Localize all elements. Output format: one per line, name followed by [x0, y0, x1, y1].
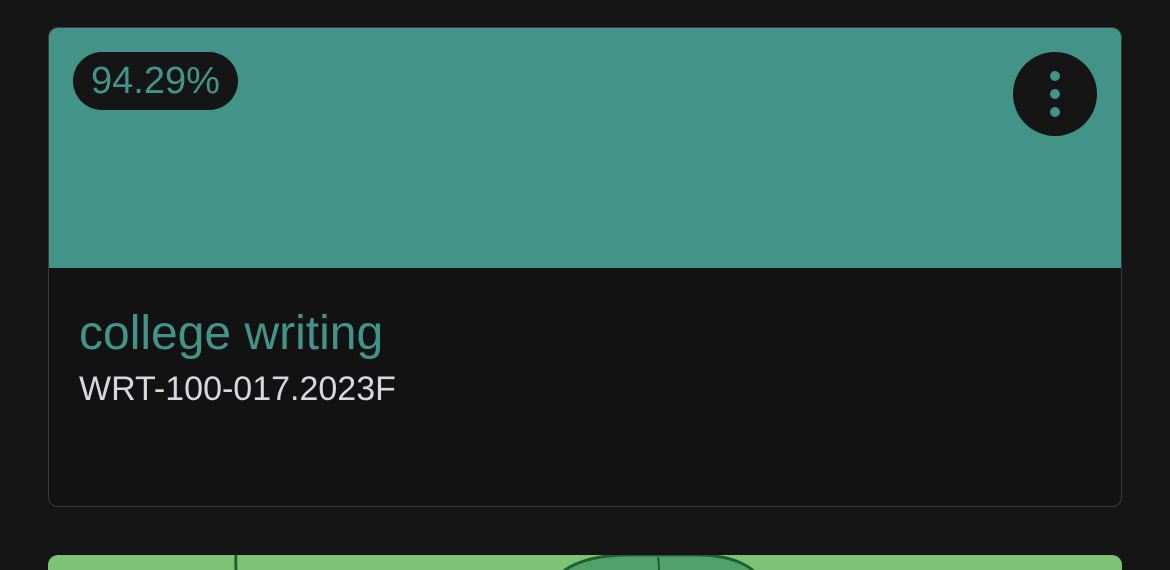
course-options-button[interactable] [1013, 52, 1097, 136]
course-name-link[interactable]: college writing [79, 304, 1091, 364]
grade-badge: 94.29% [73, 52, 238, 110]
next-course-card-decoration [234, 555, 238, 570]
next-course-card-decoration-3 [657, 556, 661, 570]
course-card[interactable]: 94.29% college writing WRT-100-017.2023F [48, 27, 1122, 507]
next-course-card[interactable] [48, 555, 1122, 570]
course-card-header[interactable]: 94.29% [49, 28, 1121, 268]
course-code: WRT-100-017.2023F [79, 370, 396, 408]
course-card-body: college writing WRT-100-017.2023F [79, 304, 1091, 410]
course-dashboard: 94.29% college writing WRT-100-017.2023F [0, 0, 1170, 570]
next-course-card-image [48, 555, 1122, 570]
kebab-menu-icon [1050, 71, 1060, 117]
